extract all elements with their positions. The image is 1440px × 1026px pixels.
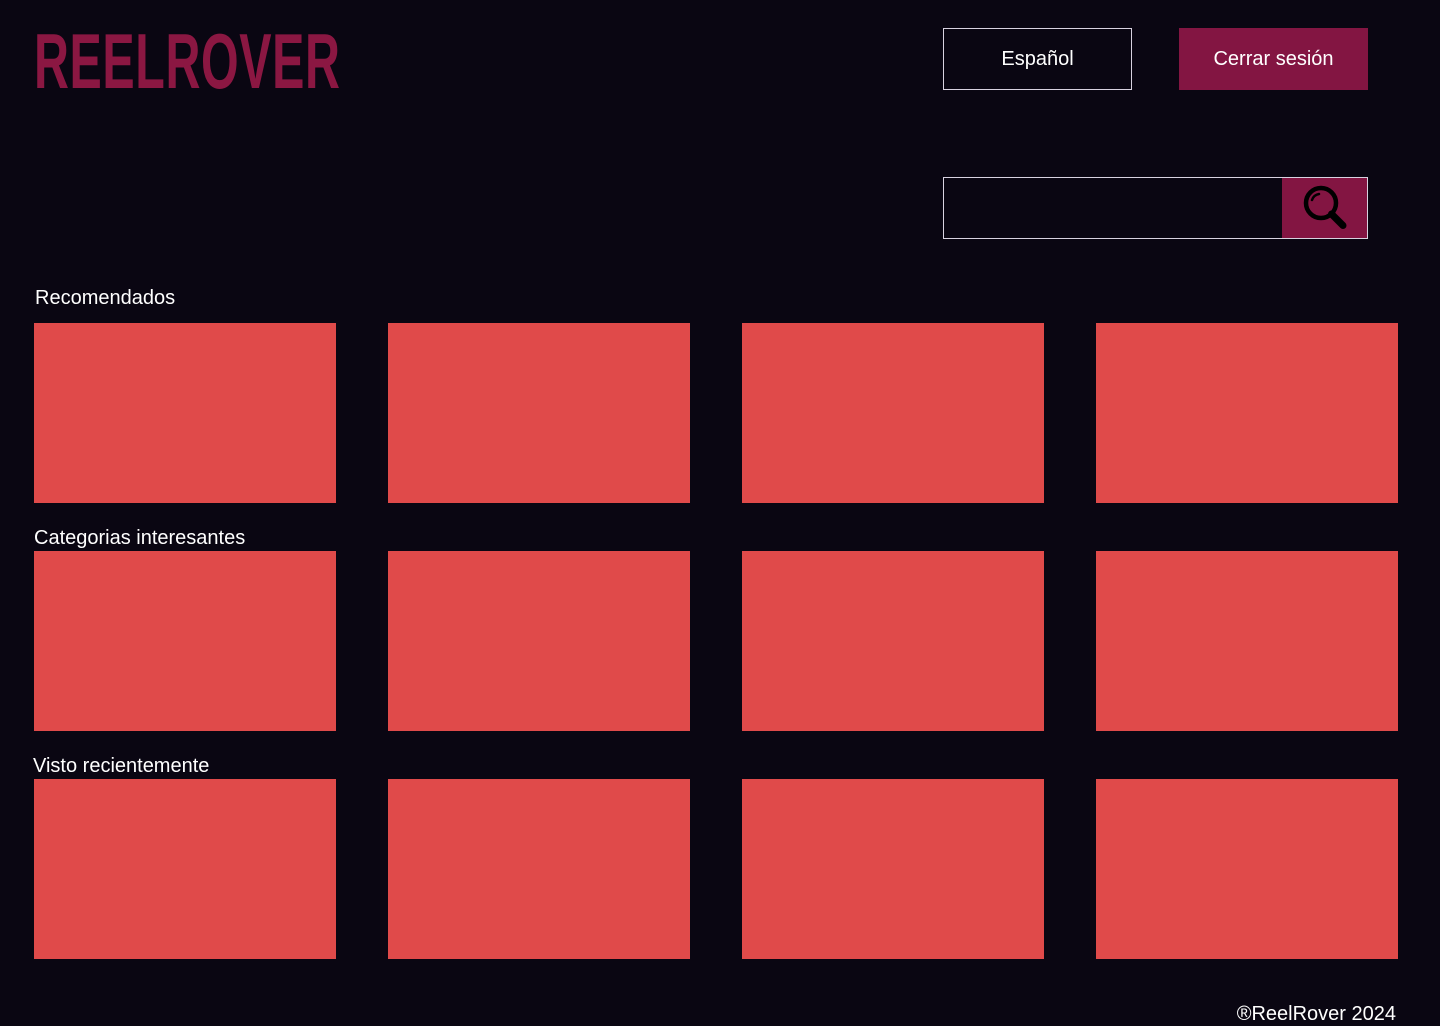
category-card[interactable] bbox=[742, 551, 1044, 731]
search-input[interactable] bbox=[944, 178, 1282, 238]
section-title-categories: Categorias interesantes bbox=[34, 527, 246, 549]
recommended-card[interactable] bbox=[388, 323, 690, 503]
recommended-card[interactable] bbox=[1096, 323, 1398, 503]
recently-watched-row bbox=[34, 779, 1398, 959]
recently-watched-card[interactable] bbox=[1096, 779, 1398, 959]
recently-watched-card[interactable] bbox=[742, 779, 1044, 959]
logout-button-label: Cerrar sesión bbox=[1213, 47, 1334, 70]
section-title-recently-watched: Visto recientemente bbox=[33, 755, 210, 777]
category-card[interactable] bbox=[388, 551, 690, 731]
search-bar bbox=[943, 177, 1368, 239]
footer-copyright: ®ReelRover 2024 bbox=[1236, 1003, 1396, 1025]
recently-watched-card[interactable] bbox=[388, 779, 690, 959]
language-button[interactable]: Español bbox=[943, 28, 1132, 90]
category-card[interactable] bbox=[34, 551, 336, 731]
brand-logo[interactable]: REELROVER bbox=[34, 22, 341, 100]
section-title-recommended: Recomendados bbox=[35, 287, 176, 309]
logout-button[interactable]: Cerrar sesión bbox=[1179, 28, 1368, 90]
search-icon bbox=[1303, 185, 1346, 229]
category-card[interactable] bbox=[1096, 551, 1398, 731]
recommended-card[interactable] bbox=[742, 323, 1044, 503]
categories-row bbox=[34, 551, 1398, 731]
language-button-label: Español bbox=[1001, 47, 1074, 70]
recommended-card[interactable] bbox=[34, 323, 336, 503]
recommended-row bbox=[34, 323, 1398, 503]
recently-watched-card[interactable] bbox=[34, 779, 336, 959]
search-button[interactable] bbox=[1282, 178, 1367, 238]
